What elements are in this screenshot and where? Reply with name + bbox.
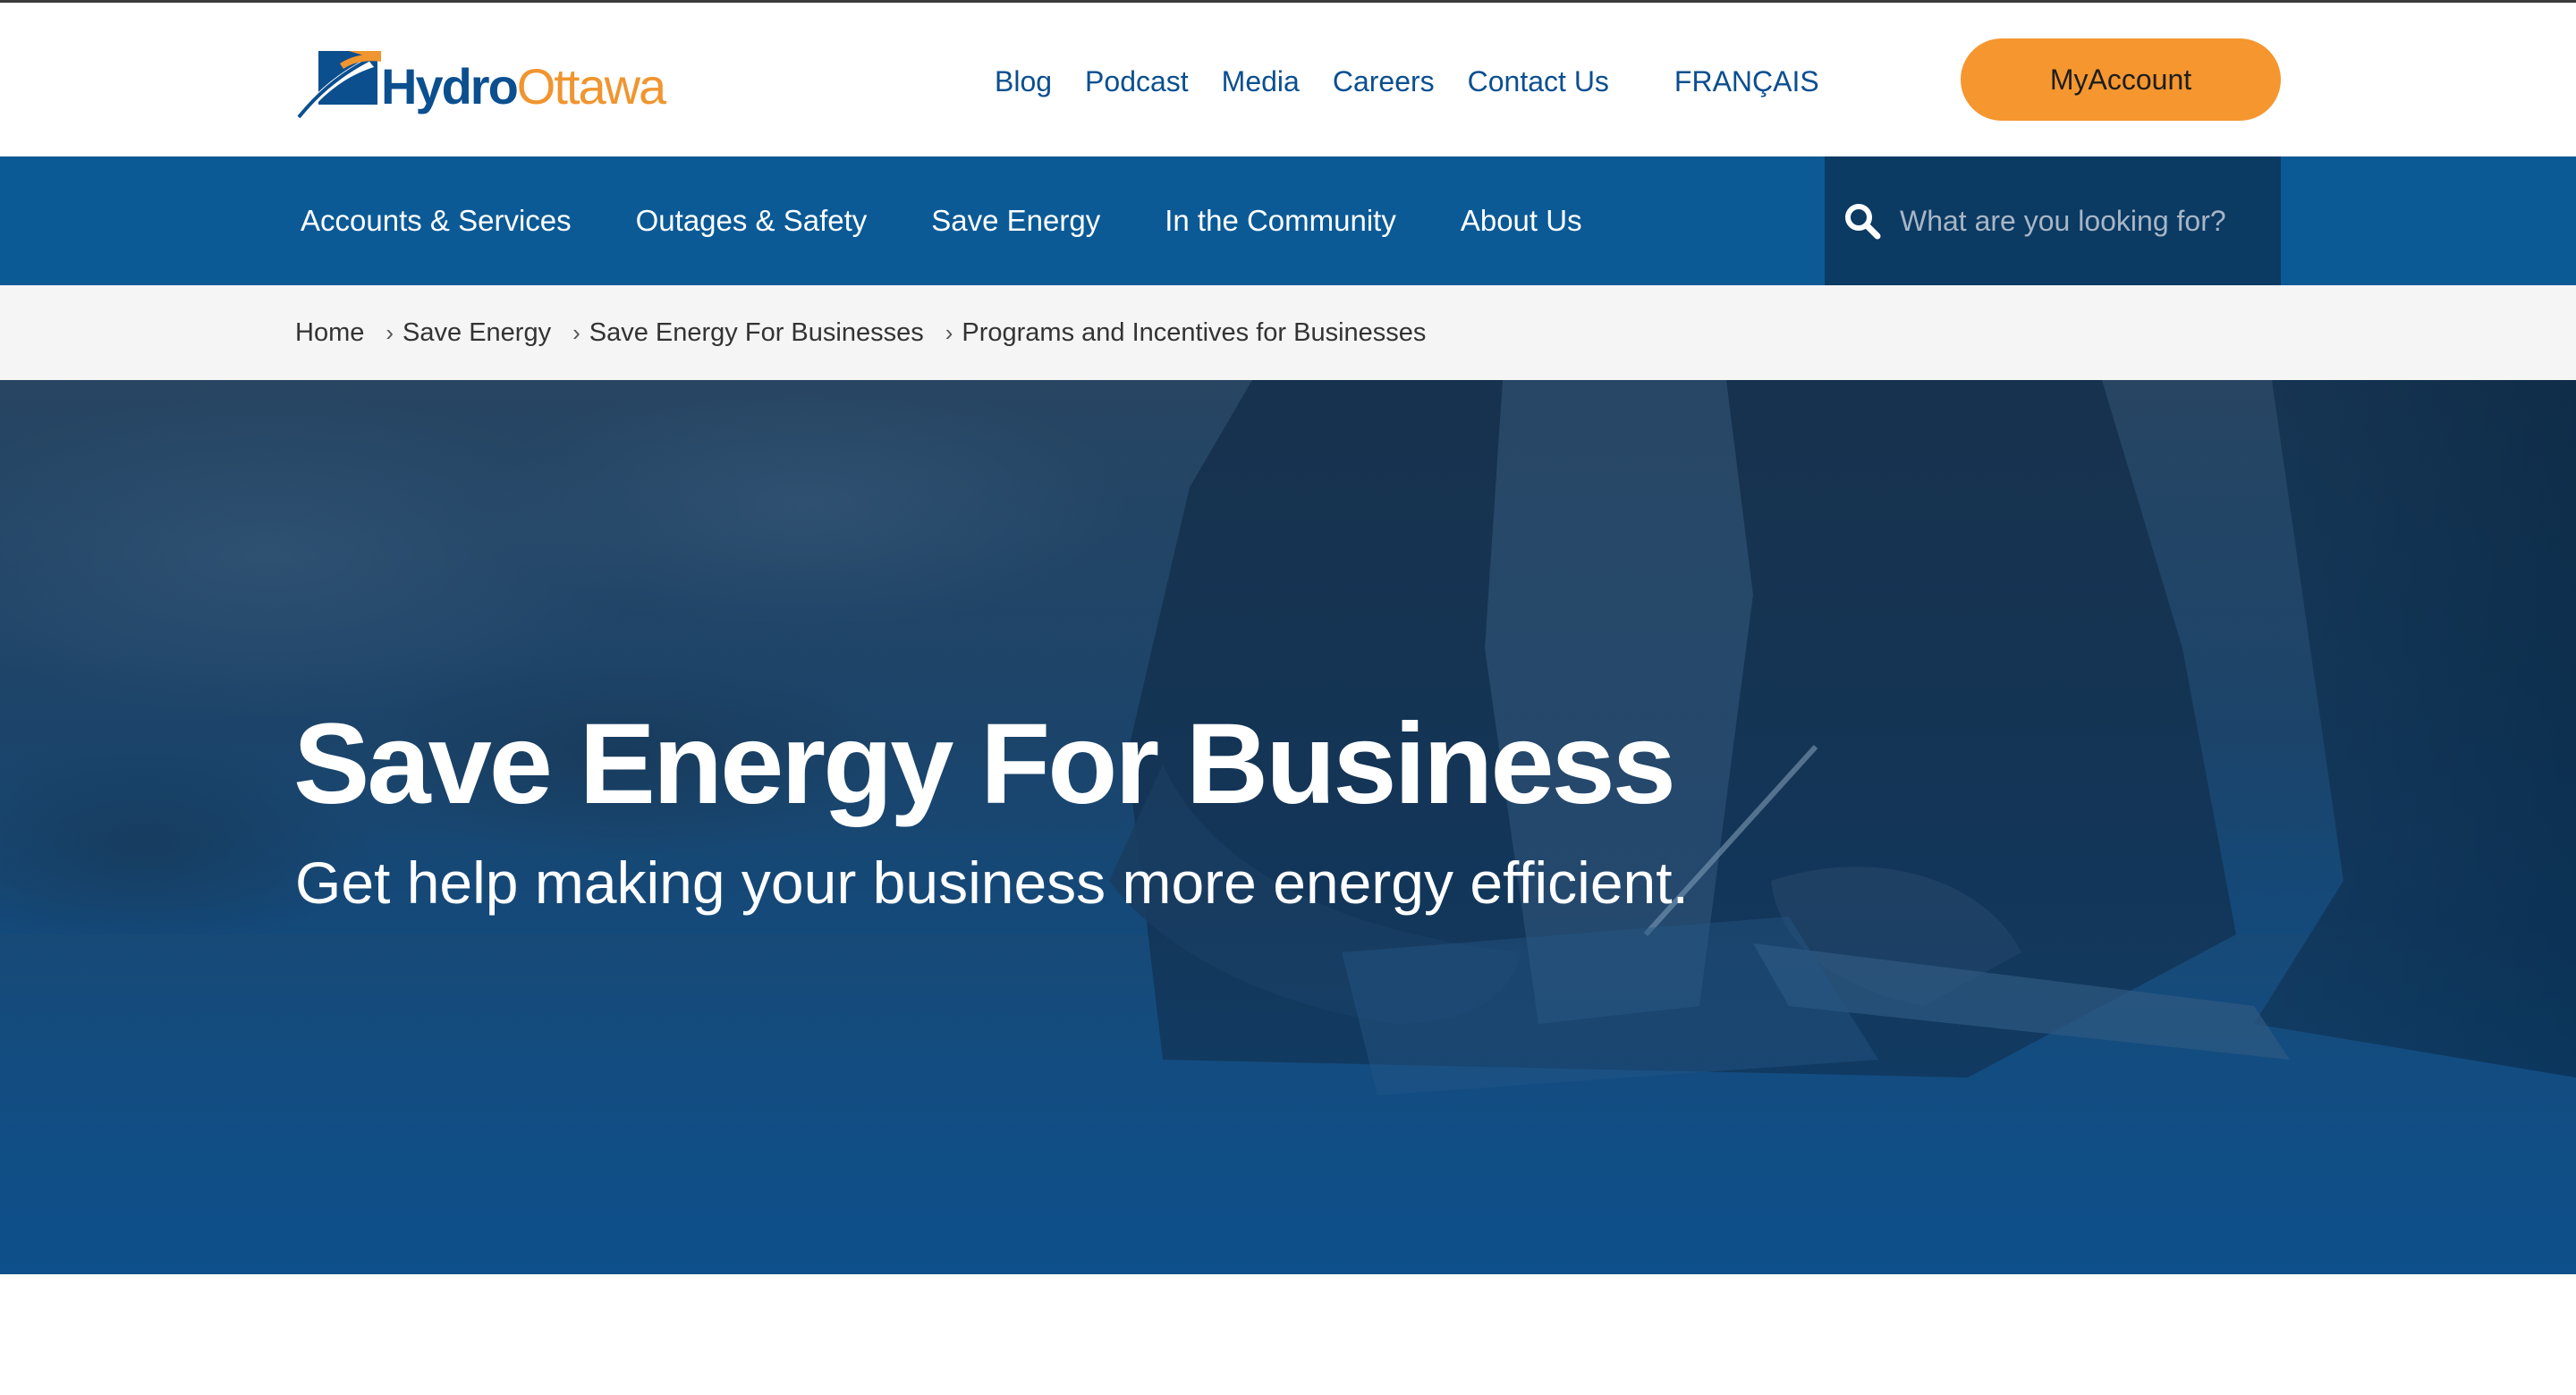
search-input[interactable]	[1900, 194, 2258, 248]
search-box	[1825, 156, 2281, 285]
breadcrumb-current-page: Programs and Incentives for Businesses	[962, 317, 1427, 347]
logo-wordmark: HydroOttawa	[381, 58, 666, 114]
main-nav: Accounts & Services Outages & Safety Sav…	[0, 156, 2576, 285]
breadcrumb-save-energy[interactable]: Save Energy	[402, 318, 551, 348]
language-toggle-link[interactable]: FRANÇAIS	[1674, 60, 1819, 103]
main-nav-save-energy[interactable]: Save Energy	[931, 204, 1100, 238]
hero-title: Save Energy For Business	[293, 700, 1676, 828]
search-icon[interactable]	[1843, 201, 1882, 241]
breadcrumb-home[interactable]: Home	[295, 318, 364, 348]
breadcrumb: Home › Save Energy › Save Energy For Bus…	[0, 285, 2576, 380]
utility-link-blog[interactable]: Blog	[995, 60, 1052, 103]
utility-link-careers[interactable]: Careers	[1333, 60, 1435, 103]
myaccount-button[interactable]: MyAccount	[1961, 38, 2281, 121]
breadcrumb-items: Home › Save Energy › Save Energy For Bus…	[295, 285, 1426, 380]
utility-link-podcast[interactable]: Podcast	[1085, 60, 1189, 103]
utility-nav: Blog Podcast Media Careers Contact Us FR…	[995, 60, 1819, 103]
main-nav-accounts-services[interactable]: Accounts & Services	[301, 204, 572, 238]
main-nav-items: Accounts & Services Outages & Safety Sav…	[301, 156, 1647, 285]
logo-mark-icon	[297, 51, 381, 119]
main-nav-in-the-community[interactable]: In the Community	[1165, 204, 1396, 238]
hydro-ottawa-logo[interactable]: HydroOttawa	[295, 44, 689, 119]
hero-banner: Save Energy For Business Get help making…	[0, 380, 2576, 1274]
utility-link-contact-us[interactable]: Contact Us	[1468, 60, 1609, 103]
chevron-right-icon: ›	[386, 318, 394, 346]
main-nav-about-us[interactable]: About Us	[1461, 204, 1582, 238]
chevron-right-icon: ›	[945, 318, 953, 346]
utility-link-media[interactable]: Media	[1222, 60, 1300, 103]
chevron-right-icon: ›	[572, 318, 580, 346]
breadcrumb-save-energy-for-businesses[interactable]: Save Energy For Businesses	[589, 318, 924, 348]
hero-subtitle: Get help making your business more energ…	[295, 850, 1689, 916]
main-nav-outages-safety[interactable]: Outages & Safety	[636, 204, 868, 238]
site-header: HydroOttawa Blog Podcast Media Careers C…	[0, 3, 2576, 156]
